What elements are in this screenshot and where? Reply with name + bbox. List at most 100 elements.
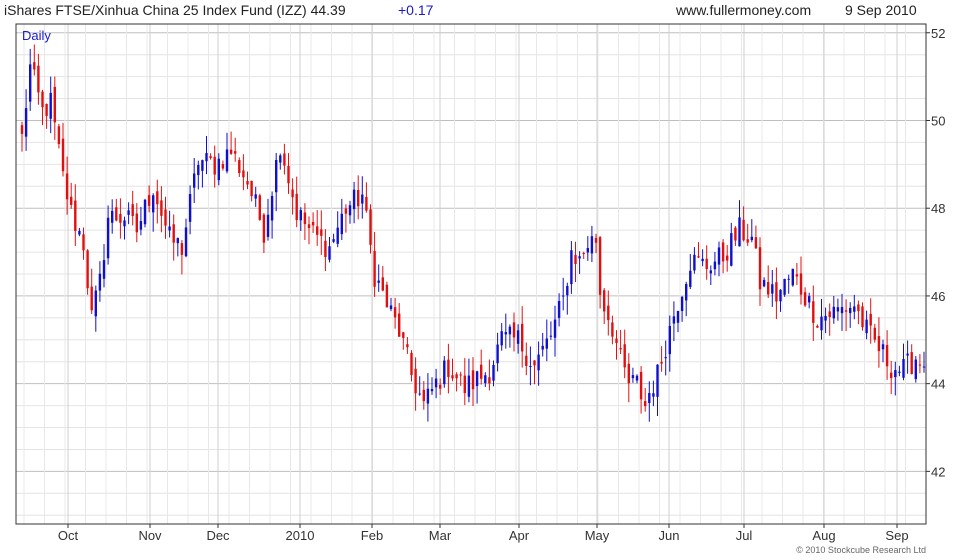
bar-body [459, 374, 462, 376]
bar-body [730, 233, 733, 266]
ohlc-bar [623, 329, 626, 379]
bar-body [652, 393, 655, 397]
bar-body [529, 365, 532, 367]
bar-body [184, 227, 188, 257]
ohlc-bar [496, 332, 499, 372]
bar-body [94, 290, 97, 317]
bar-body [61, 138, 65, 172]
ohlc-bar [730, 222, 733, 267]
ohlc-bar [242, 154, 245, 191]
bar-body [254, 194, 257, 199]
ohlc-bar [894, 361, 897, 396]
bar-body [853, 306, 856, 312]
ohlc-bar [791, 268, 794, 287]
ohlc-bar [303, 203, 307, 241]
ohlc-bar [598, 236, 602, 309]
bar-body [447, 359, 450, 377]
ohlc-bar [853, 294, 856, 320]
bar-body [299, 210, 302, 221]
bar-body [627, 363, 630, 384]
ohlc-bar [168, 210, 171, 238]
ohlc-bar [553, 305, 557, 357]
ohlc-bar [828, 303, 831, 336]
ohlc-bar [320, 210, 323, 255]
bar-body [86, 250, 89, 289]
ohlc-bar [402, 331, 405, 350]
bar-body [857, 304, 860, 312]
axis-labels: 42 44 46 48 50 52 Oct Nov Dec 2010 Feb Mar Apr May Jun… [22, 26, 945, 543]
ohlc-bar [890, 360, 893, 395]
ohlc-bar [504, 313, 507, 349]
ohlc-bar [603, 288, 606, 325]
bar-body [676, 310, 680, 323]
bar-body [545, 338, 548, 349]
bar-body [771, 284, 774, 294]
bar-body [377, 280, 380, 283]
ohlc-bar [238, 157, 241, 177]
bar-body [279, 155, 282, 163]
bar-body [102, 260, 106, 279]
bar-body [734, 227, 737, 241]
bar-body [488, 377, 491, 384]
bar-body [270, 195, 274, 221]
ohlc-bar [512, 312, 516, 352]
ohlc-bar [484, 372, 487, 387]
bar-body [816, 325, 819, 328]
ohlc-bar [910, 344, 913, 375]
bar-body [123, 220, 126, 227]
bar-body [426, 388, 430, 404]
ohlc-bar [660, 346, 663, 372]
ohlc-bar [525, 342, 528, 376]
bar-body [742, 219, 745, 241]
bar-body [557, 301, 561, 318]
ohlc-bar [94, 285, 97, 332]
ohlc-bar [283, 143, 286, 175]
bar-body [65, 173, 69, 200]
bar-body [717, 247, 721, 265]
ohlc-bar [119, 198, 122, 239]
ohlc-bar [578, 251, 581, 274]
bar-body [885, 344, 889, 367]
y-tick-label: 44 [931, 377, 945, 392]
bar-body [644, 401, 647, 407]
bar-body [320, 229, 323, 236]
bar-body [631, 375, 635, 379]
ohlc-bar [590, 225, 594, 263]
bar-body [283, 153, 286, 166]
ohlc-bar [365, 182, 368, 213]
ohlc-bar [881, 339, 885, 363]
bar-body [623, 344, 626, 368]
bar-body [176, 238, 179, 244]
ohlc-bar [197, 160, 200, 190]
ohlc-bar [918, 354, 922, 374]
ohlc-bar [713, 252, 717, 276]
bar-body [147, 195, 151, 206]
bar-body [775, 282, 778, 302]
ohlc-bar [906, 340, 909, 374]
bar-body [328, 246, 331, 260]
ohlc-bar [721, 239, 725, 274]
bar-body [430, 389, 434, 392]
ohlc-bar [746, 223, 749, 246]
bar-body [414, 368, 417, 394]
bar-body [78, 230, 81, 235]
bar-body [250, 180, 253, 197]
ohlc-bar [254, 186, 257, 207]
bar-body [656, 364, 659, 397]
ohlc-bar [57, 123, 61, 149]
ohlc-bar [570, 241, 573, 294]
bar-body [578, 256, 581, 259]
bar-body [902, 358, 905, 378]
bar-body [127, 210, 130, 215]
ohlc-bar [902, 343, 905, 381]
bar-body [209, 156, 212, 158]
ohlc-bar [324, 229, 327, 272]
ohlc-bar [832, 295, 835, 324]
ohlc-bar [53, 76, 56, 140]
bar-body [693, 254, 696, 271]
ohlc-bar [922, 351, 926, 373]
bar-body [385, 284, 389, 308]
ohlc-bar [45, 103, 48, 129]
bar-body [607, 305, 610, 321]
bar-body [307, 224, 311, 229]
